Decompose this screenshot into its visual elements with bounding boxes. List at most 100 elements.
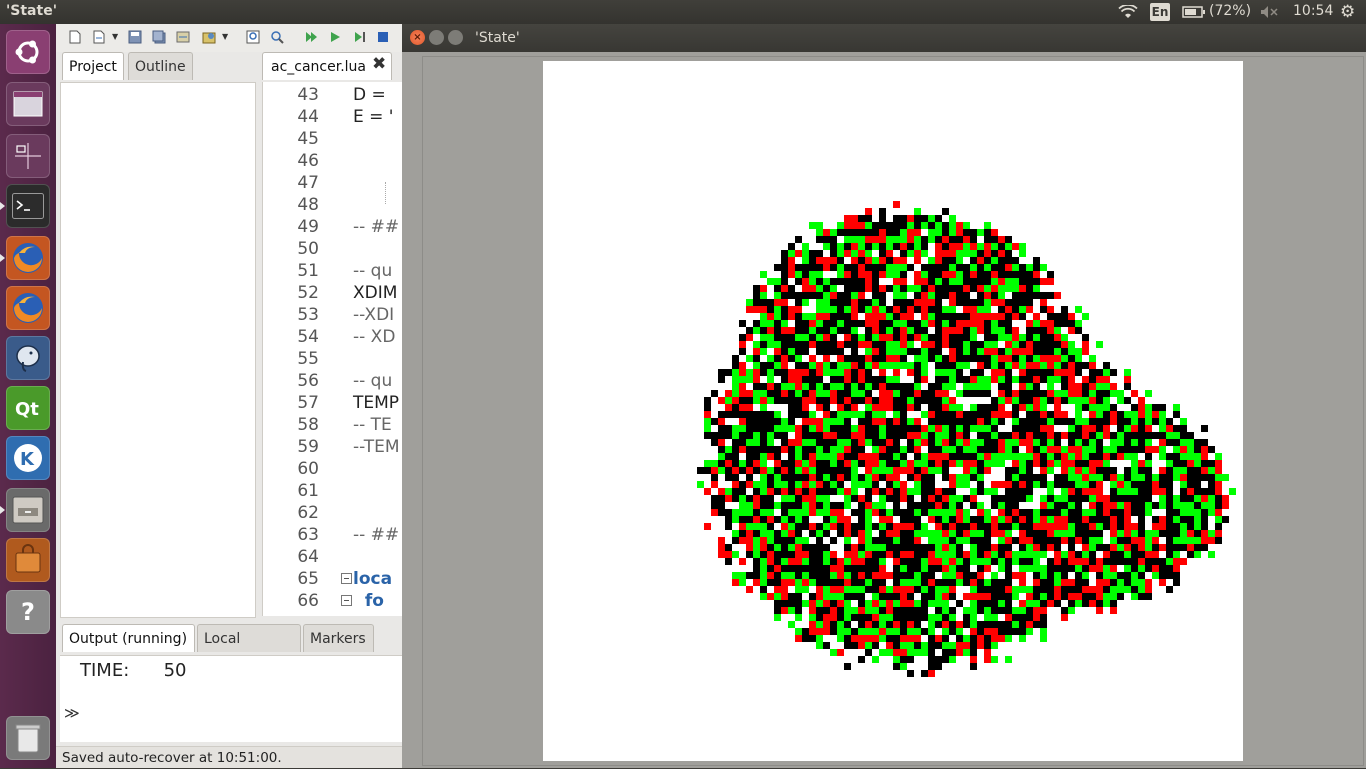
grid-cell — [837, 558, 844, 565]
clock[interactable]: 10:54 — [1293, 3, 1333, 19]
grid-cell — [1075, 509, 1082, 516]
find-icon[interactable] — [246, 30, 260, 44]
grid-cell — [851, 229, 858, 236]
qt-creator-button[interactable]: Qt — [6, 386, 50, 430]
terminal-button[interactable] — [6, 184, 50, 228]
grid-cell — [858, 600, 865, 607]
state-titlebar[interactable]: × 'State' — [402, 24, 1366, 52]
maximize-button[interactable] — [448, 30, 463, 45]
grid-cell — [872, 306, 879, 313]
close-button[interactable]: × — [410, 30, 425, 45]
grid-cell — [774, 600, 781, 607]
pgadmin-button[interactable] — [6, 336, 50, 380]
console-prompt-icon[interactable]: ≫ — [64, 704, 80, 722]
grid-cell — [739, 369, 746, 376]
grid-cell — [998, 257, 1005, 264]
find-in-files-icon[interactable] — [270, 30, 284, 44]
workspace-switcher-button[interactable] — [6, 82, 50, 126]
grid-cell — [921, 285, 928, 292]
grid-cell — [956, 565, 963, 572]
open-file-icon[interactable] — [92, 30, 106, 44]
grid-cell — [781, 334, 788, 341]
grid-cell — [1040, 327, 1047, 334]
tab-output[interactable]: Output (running) — [62, 624, 195, 652]
minimize-button[interactable] — [429, 30, 444, 45]
firefox-button-1[interactable] — [6, 236, 50, 280]
grid-cell — [1040, 628, 1047, 635]
grid-cell — [844, 215, 851, 222]
code-editor[interactable]: 43 D = 44 E = ' 45 46 47 48 49 -- ## 50 51 -- qu 52 X… — [262, 82, 403, 616]
chevron-down-icon[interactable]: ▼ — [112, 32, 118, 41]
kde-app-button[interactable]: K — [6, 436, 50, 480]
grid-cell — [879, 271, 886, 278]
grid-cell — [1047, 495, 1054, 502]
file-manager-button[interactable] — [6, 488, 50, 532]
grid-cell — [1194, 467, 1201, 474]
project-directory-icon[interactable] — [176, 30, 190, 44]
settings-folder-icon[interactable] — [202, 30, 216, 44]
wifi-icon[interactable] — [1118, 5, 1138, 19]
save-all-icon[interactable] — [152, 30, 166, 44]
new-file-icon[interactable] — [68, 30, 82, 44]
firefox-button-2[interactable] — [6, 286, 50, 330]
grid-cell — [1082, 516, 1089, 523]
grid-cell — [977, 446, 984, 453]
grid-cell — [963, 530, 970, 537]
grid-cell — [823, 355, 830, 362]
debug-icon[interactable] — [304, 30, 318, 44]
state-canvas[interactable] — [543, 61, 1243, 761]
help-button[interactable]: ? — [6, 590, 50, 634]
project-tree[interactable] — [60, 82, 256, 618]
tab-local-console[interactable]: Local console — [197, 624, 301, 675]
window-spread-button[interactable] — [6, 134, 50, 178]
grid-cell — [830, 523, 837, 530]
grid-cell — [893, 229, 900, 236]
tab-project[interactable]: Project — [62, 52, 124, 80]
grid-cell — [879, 579, 886, 586]
battery-icon[interactable] — [1182, 6, 1206, 18]
grid-cell — [774, 481, 781, 488]
grid-cell — [718, 502, 725, 509]
grid-cell — [823, 404, 830, 411]
software-center-button[interactable] — [6, 538, 50, 582]
grid-cell — [739, 397, 746, 404]
grid-cell — [872, 299, 879, 306]
grid-cell — [865, 572, 872, 579]
grid-cell — [928, 579, 935, 586]
grid-cell — [984, 579, 991, 586]
grid-cell — [1096, 523, 1103, 530]
grid-cell — [1117, 411, 1124, 418]
grid-cell — [886, 334, 893, 341]
volume-muted-icon[interactable] — [1260, 5, 1280, 19]
grid-cell — [1040, 614, 1047, 621]
grid-cell — [1005, 656, 1012, 663]
grid-cell — [1040, 551, 1047, 558]
grid-cell — [781, 537, 788, 544]
grid-cell — [1047, 565, 1054, 572]
grid-cell — [949, 348, 956, 355]
close-icon[interactable]: ✖ — [372, 54, 386, 74]
tab-outline[interactable]: Outline — [128, 52, 193, 80]
grid-cell — [1103, 411, 1110, 418]
trash-button[interactable] — [6, 716, 50, 760]
grid-cell — [830, 558, 837, 565]
output-console[interactable]: TIME: 50 ≫ — [60, 655, 402, 742]
grid-cell — [1173, 502, 1180, 509]
fold-toggle-icon[interactable] — [341, 573, 352, 584]
grid-cell — [1110, 474, 1117, 481]
dash-home-button[interactable] — [6, 30, 50, 74]
step-icon[interactable] — [352, 30, 366, 44]
grid-cell — [809, 579, 816, 586]
keyboard-layout-indicator[interactable]: En — [1150, 3, 1170, 21]
stop-icon[interactable] — [376, 30, 390, 44]
run-icon[interactable] — [328, 30, 342, 44]
tab-markers[interactable]: Markers — [303, 624, 374, 652]
chevron-down-icon[interactable]: ▼ — [222, 32, 228, 41]
grid-cell — [795, 348, 802, 355]
grid-cell — [1019, 488, 1026, 495]
save-icon[interactable] — [128, 30, 142, 44]
fold-toggle-icon[interactable] — [341, 595, 352, 606]
gear-icon[interactable]: ⚙ — [1340, 2, 1355, 22]
grid-cell — [984, 628, 991, 635]
grid-cell — [1096, 481, 1103, 488]
